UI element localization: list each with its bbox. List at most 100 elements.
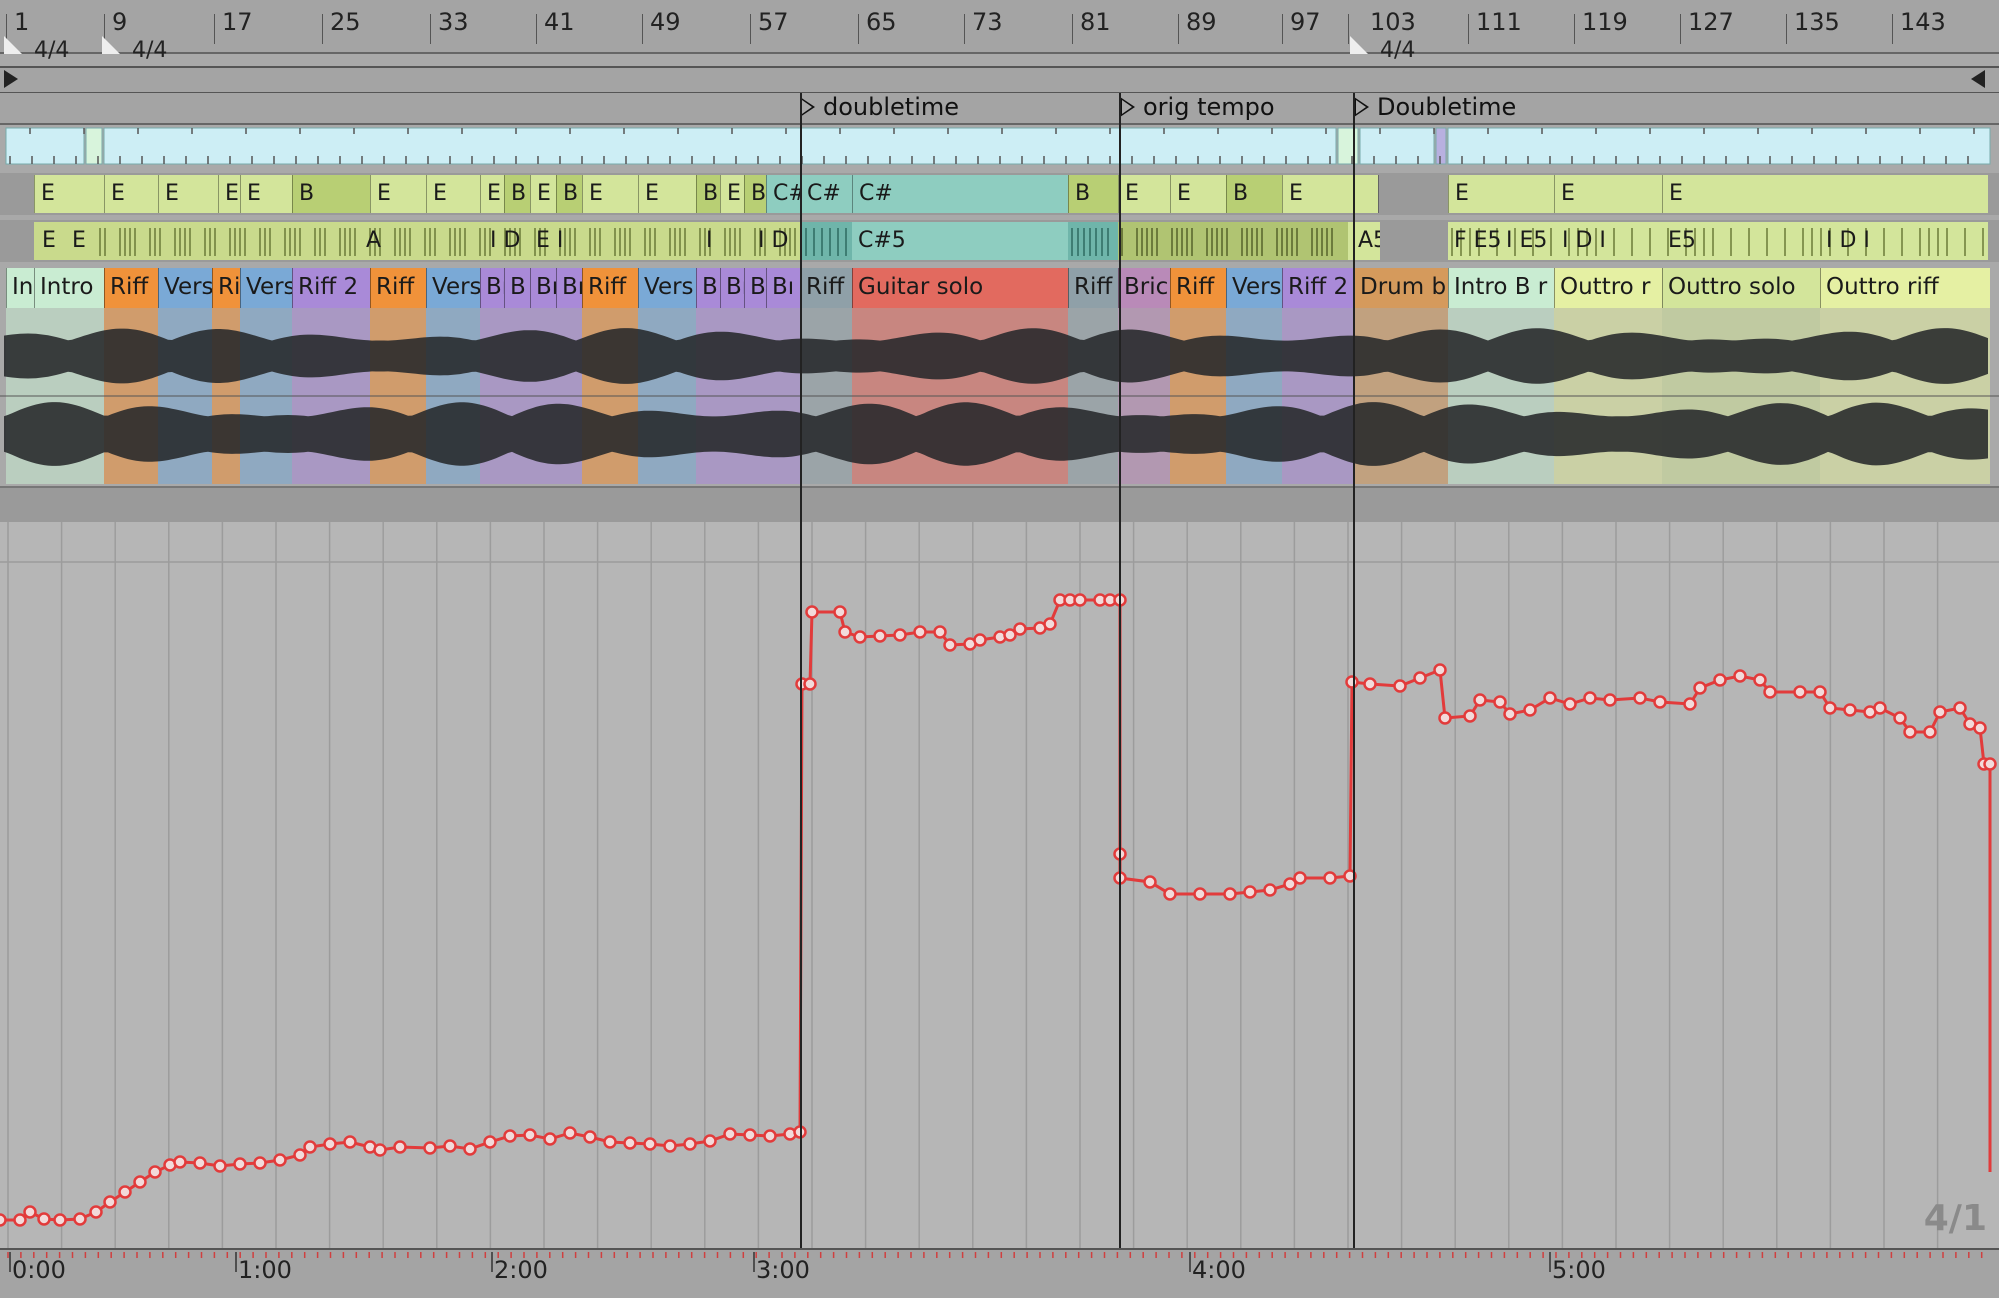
section-clip[interactable]: Bı bbox=[530, 268, 556, 308]
automation-breakpoint[interactable] bbox=[1243, 885, 1257, 899]
section-clip[interactable]: Bric bbox=[1118, 268, 1170, 308]
automation-breakpoint[interactable] bbox=[663, 1139, 677, 1153]
automation-breakpoint[interactable] bbox=[1653, 695, 1667, 709]
beat-track[interactable] bbox=[0, 126, 1999, 168]
loop-brace-bar[interactable] bbox=[0, 66, 1999, 94]
section-clip[interactable]: Bı bbox=[744, 268, 766, 308]
automation-breakpoint[interactable] bbox=[1973, 721, 1987, 735]
note-clip[interactable]: A5 bbox=[1352, 222, 1380, 260]
automation-breakpoint[interactable] bbox=[73, 1212, 87, 1226]
automation-breakpoint[interactable] bbox=[1603, 693, 1617, 707]
chord-clip[interactable]: E bbox=[1118, 175, 1170, 213]
automation-breakpoint[interactable] bbox=[213, 1159, 227, 1173]
chord-clip[interactable]: E bbox=[34, 175, 104, 213]
automation-breakpoint[interactable] bbox=[443, 1139, 457, 1153]
automation-breakpoint[interactable] bbox=[1633, 691, 1647, 705]
automation-breakpoint[interactable] bbox=[133, 1175, 147, 1189]
locator-doubletime-2[interactable]: Doubletime bbox=[1354, 93, 1516, 121]
note-clip[interactable]: I D bbox=[752, 222, 790, 260]
locator-play-icon[interactable] bbox=[1120, 97, 1135, 117]
note-clip[interactable]: F E5 bbox=[1448, 222, 1500, 260]
automation-breakpoint[interactable] bbox=[483, 1135, 497, 1149]
chord-clip[interactable]: E bbox=[480, 175, 504, 213]
automation-breakpoint[interactable] bbox=[803, 677, 817, 691]
automation-breakpoint[interactable] bbox=[643, 1137, 657, 1151]
chord-clip[interactable]: E bbox=[1448, 175, 1554, 213]
automation-breakpoint[interactable] bbox=[1013, 622, 1027, 636]
chord-clip[interactable]: E bbox=[370, 175, 426, 213]
section-clip[interactable]: Vers bbox=[240, 268, 292, 308]
section-clip[interactable]: Vers bbox=[1226, 268, 1282, 308]
time-signature-marker-1[interactable] bbox=[4, 36, 22, 54]
chord-clip[interactable]: E bbox=[218, 175, 240, 213]
chord-clip[interactable]: C# bbox=[852, 175, 1068, 213]
section-clip[interactable]: Bı bbox=[766, 268, 800, 308]
automation-breakpoint[interactable] bbox=[723, 1127, 737, 1141]
automation-breakpoint[interactable] bbox=[1493, 695, 1507, 709]
automation-breakpoint[interactable] bbox=[1193, 887, 1207, 901]
automation-breakpoint[interactable] bbox=[913, 625, 927, 639]
chord-clip[interactable]: E bbox=[426, 175, 480, 213]
automation-breakpoint[interactable] bbox=[893, 628, 907, 642]
loop-start-icon[interactable] bbox=[4, 70, 18, 88]
section-clip[interactable]: Riff bbox=[800, 268, 852, 308]
section-clip[interactable]: Outtro solo bbox=[1662, 268, 1820, 308]
beat-clip[interactable] bbox=[5, 127, 85, 165]
automation-breakpoint[interactable] bbox=[23, 1205, 37, 1219]
section-clip[interactable]: Intro B r bbox=[1448, 268, 1554, 308]
chord-clip[interactable]: E bbox=[104, 175, 158, 213]
automation-breakpoint[interactable] bbox=[89, 1205, 103, 1219]
automation-breakpoint[interactable] bbox=[1293, 871, 1307, 885]
beat-clip[interactable] bbox=[1337, 127, 1359, 165]
automation-breakpoint[interactable] bbox=[53, 1213, 67, 1227]
automation-breakpoint[interactable] bbox=[253, 1156, 267, 1170]
section-clip[interactable]: Riff bbox=[1068, 268, 1118, 308]
automation-breakpoint[interactable] bbox=[623, 1136, 637, 1150]
automation-breakpoint[interactable] bbox=[13, 1213, 27, 1227]
section-clip[interactable]: Outtro riff bbox=[1820, 268, 1990, 308]
note-clip[interactable]: I E5 bbox=[1500, 222, 1556, 260]
automation-breakpoint[interactable] bbox=[323, 1137, 337, 1151]
automation-breakpoint[interactable] bbox=[1873, 701, 1887, 715]
automation-breakpoint[interactable] bbox=[1693, 681, 1707, 695]
section-clip[interactable]: Vers bbox=[638, 268, 696, 308]
note-clip[interactable]: C#5 bbox=[852, 222, 1068, 260]
automation-breakpoint[interactable] bbox=[1763, 685, 1777, 699]
chord-clip[interactable]: E bbox=[638, 175, 696, 213]
section-clip[interactable]: Bı bbox=[480, 268, 504, 308]
note-clip[interactable]: A bbox=[360, 222, 400, 260]
chord-track[interactable]: EEEEEBEEEBEBEEBEBC#C#C#BEEBEEEE bbox=[0, 173, 1999, 215]
section-clip[interactable]: Ri bbox=[212, 268, 240, 308]
automation-breakpoint[interactable] bbox=[193, 1156, 207, 1170]
section-clip[interactable]: B bbox=[696, 268, 720, 308]
automation-breakpoint[interactable] bbox=[1473, 693, 1487, 707]
locator-play-icon[interactable] bbox=[800, 97, 815, 117]
section-clip[interactable]: Vers bbox=[158, 268, 212, 308]
section-clip[interactable]: Riff bbox=[104, 268, 158, 308]
chord-clip[interactable]: E bbox=[1282, 175, 1378, 213]
automation-breakpoint[interactable] bbox=[103, 1195, 117, 1209]
automation-breakpoint[interactable] bbox=[293, 1148, 307, 1162]
automation-breakpoint[interactable] bbox=[393, 1140, 407, 1154]
automation-breakpoint[interactable] bbox=[603, 1135, 617, 1149]
automation-breakpoint[interactable] bbox=[1933, 705, 1947, 719]
chord-clip[interactable]: E bbox=[240, 175, 292, 213]
automation-breakpoint[interactable] bbox=[805, 605, 819, 619]
automation-breakpoint[interactable] bbox=[543, 1132, 557, 1146]
automation-breakpoint[interactable] bbox=[583, 1130, 597, 1144]
automation-breakpoint[interactable] bbox=[1503, 707, 1517, 721]
automation-breakpoint[interactable] bbox=[463, 1142, 477, 1156]
automation-breakpoint[interactable] bbox=[1843, 703, 1857, 717]
automation-breakpoint[interactable] bbox=[703, 1134, 717, 1148]
automation-breakpoint[interactable] bbox=[838, 625, 852, 639]
note-clip[interactable]: E bbox=[36, 222, 70, 260]
automation-breakpoint[interactable] bbox=[37, 1212, 51, 1226]
beat-clip[interactable] bbox=[1359, 127, 1435, 165]
automation-breakpoint[interactable] bbox=[523, 1128, 537, 1142]
automation-lane[interactable]: 4/1 bbox=[0, 522, 1999, 1248]
chord-clip[interactable]: E bbox=[720, 175, 744, 213]
section-clip[interactable]: Riff 2 bbox=[1282, 268, 1354, 308]
chord-clip[interactable]: B bbox=[696, 175, 720, 213]
automation-breakpoint[interactable] bbox=[563, 1126, 577, 1140]
chord-clip[interactable]: E bbox=[530, 175, 556, 213]
